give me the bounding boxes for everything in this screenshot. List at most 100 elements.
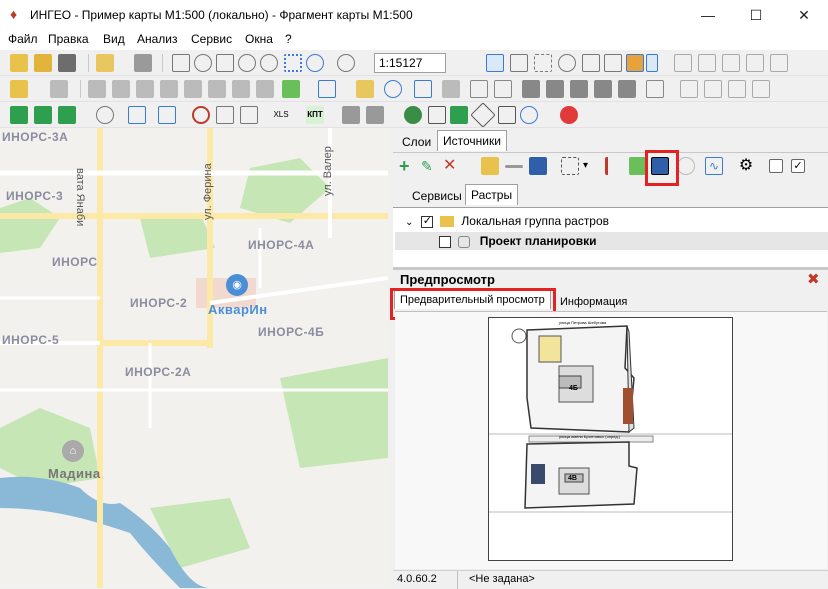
checkbox-checked-icon[interactable]: ✓ xyxy=(791,159,805,173)
search-icon[interactable] xyxy=(96,106,114,124)
select-object-icon[interactable] xyxy=(470,80,488,98)
list-icon[interactable] xyxy=(605,157,623,175)
zoom-extent-icon[interactable] xyxy=(284,54,302,72)
select-arrow-icon[interactable] xyxy=(486,54,504,72)
grid-cut-icon[interactable] xyxy=(770,54,788,72)
delete-icon[interactable]: ✕ xyxy=(443,157,461,175)
add-icon[interactable]: + xyxy=(399,157,417,175)
open-icon[interactable] xyxy=(10,54,28,72)
xor-icon[interactable] xyxy=(594,80,612,98)
chevron-down-icon[interactable]: ▾ xyxy=(583,157,593,175)
open-folder-icon[interactable] xyxy=(34,54,52,72)
print-icon[interactable] xyxy=(134,54,152,72)
measure-icon[interactable] xyxy=(442,80,460,98)
intersect-icon[interactable] xyxy=(546,80,564,98)
minimize-button[interactable]: — xyxy=(688,4,728,26)
snap-off-icon[interactable] xyxy=(752,80,770,98)
navigate-icon[interactable] xyxy=(470,102,496,128)
save-icon[interactable] xyxy=(529,157,547,175)
tab-sources[interactable]: Источники xyxy=(437,130,507,151)
copy-icon[interactable] xyxy=(112,80,130,98)
zoom-window-icon[interactable] xyxy=(172,54,190,72)
tab-info[interactable]: Информация xyxy=(555,293,632,311)
tab-services[interactable]: Сервисы xyxy=(407,186,467,206)
poi-label-akvarin[interactable]: АкварИн xyxy=(208,302,268,317)
tree-item-project[interactable]: Проект планировки xyxy=(439,234,596,248)
splitter[interactable] xyxy=(393,267,828,270)
menu-file[interactable]: Файл xyxy=(8,32,38,46)
select-line-icon[interactable] xyxy=(604,54,622,72)
settings-tool-icon[interactable] xyxy=(342,106,360,124)
tab-layers[interactable]: Слои xyxy=(397,132,436,152)
layer-style-icon[interactable] xyxy=(450,106,468,124)
tab-rasters[interactable]: Растры xyxy=(465,184,519,205)
info-icon[interactable] xyxy=(158,106,176,124)
map-canvas[interactable]: ИНОРС-3А ИНОРС-3 ИНОРС ИНОРС-4А ИНОРС-2 … xyxy=(0,128,388,588)
table-icon[interactable] xyxy=(318,80,336,98)
add-folder-icon[interactable] xyxy=(481,157,499,175)
gear-icon[interactable]: ⚙ xyxy=(737,157,755,175)
select-area-icon[interactable] xyxy=(494,80,512,98)
grid-select-icon[interactable] xyxy=(698,54,716,72)
menu-edit[interactable]: Правка xyxy=(48,32,89,46)
preview-raster-image[interactable]: 4Б 4В улица Петрова Шебутова улица имени… xyxy=(488,317,733,561)
menu-analysis[interactable]: Анализ xyxy=(137,32,178,46)
topology-check-icon[interactable] xyxy=(58,106,76,124)
zoom-in-icon[interactable] xyxy=(238,54,256,72)
signal-icon[interactable]: ∿ xyxy=(705,157,723,175)
chevron-down-icon[interactable]: ⌄ xyxy=(405,217,413,228)
layers-icon[interactable] xyxy=(58,54,76,72)
height-icon[interactable] xyxy=(498,106,516,124)
zoom-icon[interactable] xyxy=(677,157,695,175)
rotate-icon[interactable] xyxy=(208,80,226,98)
mirror-icon[interactable] xyxy=(256,80,274,98)
help-query-icon[interactable] xyxy=(128,106,146,124)
kpt-import-icon[interactable]: КПТ xyxy=(306,106,324,124)
snap-edge-icon[interactable] xyxy=(728,80,746,98)
medical-plus-icon[interactable] xyxy=(560,106,578,124)
snap-icon[interactable] xyxy=(680,80,698,98)
edit-object-icon[interactable] xyxy=(50,80,68,98)
menu-help[interactable]: ? xyxy=(285,32,292,46)
scale-object-icon[interactable] xyxy=(232,80,250,98)
user-tool-icon[interactable] xyxy=(366,106,384,124)
edit-pencil-icon[interactable] xyxy=(356,80,374,98)
project-checkbox[interactable] xyxy=(439,235,451,248)
forbid-icon[interactable] xyxy=(192,106,210,124)
globe-icon[interactable] xyxy=(404,106,422,124)
select-rect-icon[interactable] xyxy=(534,54,552,72)
group-checkbox[interactable] xyxy=(420,214,433,228)
edit-pencil-icon[interactable]: ✎ xyxy=(421,157,439,175)
grid-dotted-icon[interactable] xyxy=(722,54,740,72)
grid-icon[interactable] xyxy=(674,54,692,72)
help-icon[interactable] xyxy=(520,106,538,124)
pan-icon[interactable] xyxy=(194,54,212,72)
maximize-button[interactable]: ☐ xyxy=(736,4,776,26)
measure-angle-icon[interactable] xyxy=(240,106,258,124)
merge-icon[interactable] xyxy=(184,80,202,98)
union-icon[interactable] xyxy=(522,80,540,98)
scale-input[interactable]: 1:15127 xyxy=(374,53,446,73)
tree-item-group[interactable]: ⌄ Локальная группа растров xyxy=(405,214,609,228)
subtract-icon[interactable] xyxy=(570,80,588,98)
refresh-icon[interactable] xyxy=(306,54,324,72)
measure-distance-icon[interactable] xyxy=(216,106,234,124)
snap-node-icon[interactable] xyxy=(704,80,722,98)
move-icon[interactable] xyxy=(88,80,106,98)
new-object-icon[interactable] xyxy=(10,80,28,98)
topology-icon[interactable] xyxy=(10,106,28,124)
grid-toggle-icon[interactable] xyxy=(282,80,300,98)
mosque-icon[interactable]: ⌂ xyxy=(62,440,84,462)
select-node-icon[interactable] xyxy=(510,54,528,72)
query-icon[interactable] xyxy=(414,80,432,98)
chevron-down-icon[interactable] xyxy=(646,54,658,72)
checkbox-empty-icon[interactable] xyxy=(769,159,783,173)
split-icon[interactable] xyxy=(160,80,178,98)
grid-lines-icon[interactable] xyxy=(746,54,764,72)
undo-icon[interactable] xyxy=(384,80,402,98)
frame-icon[interactable] xyxy=(646,80,664,98)
remove-icon[interactable] xyxy=(505,165,523,168)
cut-polygon-icon[interactable] xyxy=(618,80,636,98)
menu-service[interactable]: Сервис xyxy=(191,32,232,46)
zoom-out-icon[interactable] xyxy=(260,54,278,72)
